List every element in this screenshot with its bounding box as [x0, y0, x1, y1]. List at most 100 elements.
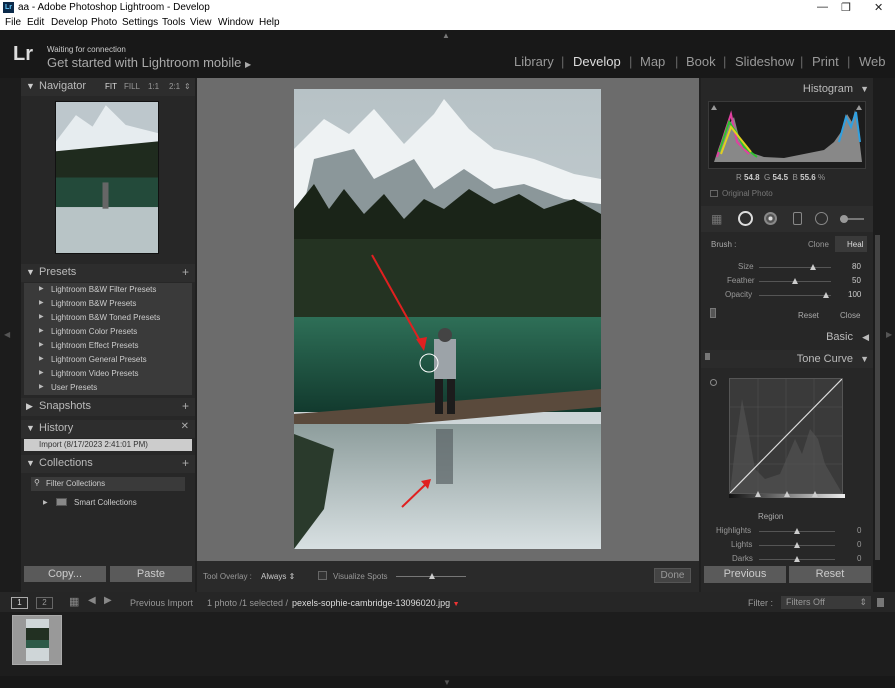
- collapse-top-panel-icon[interactable]: ▲: [442, 31, 450, 40]
- menu-help[interactable]: Help: [259, 17, 280, 28]
- split-point-midtones[interactable]: [784, 491, 790, 497]
- presets-header[interactable]: ▼ Presets +: [21, 264, 195, 282]
- zoom-fill[interactable]: FILL: [124, 82, 140, 91]
- menu-photo[interactable]: Photo: [91, 17, 117, 28]
- close-window-button[interactable]: ✕: [874, 1, 883, 14]
- original-photo-checkbox[interactable]: [710, 190, 718, 197]
- preset-folder[interactable]: ▶ User Presets: [24, 381, 192, 395]
- spot-reset-button[interactable]: Reset: [798, 311, 819, 320]
- main-window-button[interactable]: 1: [11, 597, 28, 609]
- previous-button[interactable]: Previous: [704, 566, 786, 583]
- zoom-1-1[interactable]: 1:1: [148, 82, 159, 91]
- menu-file[interactable]: File: [5, 17, 21, 28]
- size-value[interactable]: 80: [852, 262, 861, 271]
- add-collection-icon[interactable]: +: [182, 456, 189, 470]
- collapse-filmstrip-icon[interactable]: ▼: [443, 678, 451, 687]
- slider-knob[interactable]: [429, 573, 435, 579]
- paste-settings-button[interactable]: Paste: [110, 566, 192, 582]
- red-eye-icon[interactable]: [764, 212, 777, 225]
- previous-import-label[interactable]: Previous Import: [130, 598, 193, 608]
- module-slideshow[interactable]: Slideshow: [735, 54, 794, 69]
- module-web[interactable]: Web: [859, 54, 886, 69]
- panel-switch-icon[interactable]: [710, 308, 716, 318]
- module-library[interactable]: Library: [514, 54, 554, 69]
- preset-folder[interactable]: ▶ Lightroom B&W Presets: [24, 297, 192, 311]
- panel-switch-icon[interactable]: [705, 353, 710, 360]
- preset-folder[interactable]: ▶ Lightroom Effect Presets: [24, 339, 192, 353]
- spot-close-button[interactable]: Close: [840, 311, 860, 320]
- preset-folder[interactable]: ▶ Lightroom General Presets: [24, 353, 192, 367]
- expand-triangle-icon[interactable]: ▶: [43, 499, 48, 506]
- history-header[interactable]: ▼ History ✕: [21, 420, 195, 438]
- minimize-button[interactable]: —: [817, 1, 828, 13]
- module-print[interactable]: Print: [812, 54, 839, 69]
- forward-arrow-icon[interactable]: ▶: [104, 595, 112, 606]
- tone-curve-graph[interactable]: [729, 378, 843, 494]
- zoom-arrows-icon[interactable]: ⇕: [184, 82, 191, 91]
- shadow-clipping-icon[interactable]: [711, 105, 717, 110]
- highlight-clipping-icon[interactable]: [856, 105, 862, 110]
- zoom-fit[interactable]: FIT: [105, 82, 117, 91]
- menu-window[interactable]: Window: [218, 17, 254, 28]
- clear-history-icon[interactable]: ✕: [181, 421, 189, 432]
- reset-button[interactable]: Reset: [789, 566, 871, 583]
- navigator-header[interactable]: ▼ Navigator FIT FILL 1:1 2:1 ⇕: [21, 78, 195, 96]
- feather-slider-knob[interactable]: [792, 278, 798, 284]
- tool-overlay-select[interactable]: Always ⇕: [261, 572, 295, 581]
- visualize-spots-checkbox[interactable]: [318, 571, 327, 580]
- split-point-shadows[interactable]: [755, 491, 761, 497]
- opacity-value[interactable]: 100: [848, 290, 861, 299]
- highlights-value[interactable]: 0: [857, 526, 861, 535]
- module-map[interactable]: Map: [640, 54, 665, 69]
- highlights-knob[interactable]: [794, 528, 800, 534]
- filename-dropdown[interactable]: pexels-sophie-cambridge-13096020.jpg ▼: [292, 598, 460, 608]
- collections-header[interactable]: ▼ Collections +: [21, 455, 195, 473]
- crop-grid-icon[interactable]: ▦: [711, 212, 722, 226]
- size-slider-knob[interactable]: [810, 264, 816, 270]
- menu-view[interactable]: View: [190, 17, 212, 28]
- module-book[interactable]: Book: [686, 54, 716, 69]
- add-preset-icon[interactable]: +: [182, 265, 189, 279]
- darks-knob[interactable]: [794, 556, 800, 562]
- back-arrow-icon[interactable]: ◀: [88, 595, 96, 606]
- collapse-right-panel-icon[interactable]: ▶: [886, 330, 892, 339]
- filter-lock-icon[interactable]: [877, 598, 884, 607]
- spot-removal-icon[interactable]: [738, 211, 753, 226]
- menu-tools[interactable]: Tools: [162, 17, 185, 28]
- targeted-adjustment-icon[interactable]: [710, 379, 717, 386]
- brush-heal-option[interactable]: Heal: [835, 236, 867, 252]
- zoom-2-1[interactable]: 2:1: [169, 82, 180, 91]
- split-point-highlights[interactable]: [812, 491, 818, 497]
- menu-edit[interactable]: Edit: [27, 17, 44, 28]
- filter-collections-input[interactable]: ⚲ Filter Collections: [31, 477, 185, 491]
- histogram-chart[interactable]: [708, 101, 866, 169]
- radial-filter-icon[interactable]: [815, 212, 828, 225]
- tone-curve-header[interactable]: Tone Curve ▼: [701, 350, 873, 368]
- right-panel-scrollbar[interactable]: [875, 235, 880, 560]
- grid-view-icon[interactable]: ▦: [69, 595, 79, 608]
- mobile-promo-link[interactable]: Get started with Lightroom mobile ▶: [47, 55, 251, 70]
- menu-settings[interactable]: Settings: [122, 17, 158, 28]
- preset-folder[interactable]: ▶ Lightroom B&W Filter Presets: [24, 283, 192, 297]
- secondary-window-button[interactable]: 2: [36, 597, 53, 609]
- image-canvas[interactable]: [197, 78, 699, 561]
- smart-collections-item[interactable]: Smart Collections: [74, 498, 137, 507]
- filmstrip-thumbnail[interactable]: [12, 615, 62, 665]
- opacity-slider-knob[interactable]: [823, 292, 829, 298]
- snapshots-header[interactable]: ▶ Snapshots +: [21, 398, 195, 416]
- restore-button[interactable]: ❐: [841, 1, 851, 14]
- opacity-slider[interactable]: [759, 295, 831, 296]
- history-item[interactable]: Import (8/17/2023 2:41:01 PM): [24, 439, 192, 451]
- copy-settings-button[interactable]: Copy...: [24, 566, 106, 582]
- darks-value[interactable]: 0: [857, 554, 861, 562]
- lights-knob[interactable]: [794, 542, 800, 548]
- filter-select[interactable]: Filters Off ⇕: [781, 596, 871, 609]
- basic-header[interactable]: Basic ◀: [701, 328, 873, 346]
- brush-clone-option[interactable]: Clone: [808, 240, 829, 249]
- main-photo[interactable]: [294, 89, 601, 549]
- preset-folder[interactable]: ▶ Lightroom Color Presets: [24, 325, 192, 339]
- preset-folder[interactable]: ▶ Lightroom B&W Toned Presets: [24, 311, 192, 325]
- lights-value[interactable]: 0: [857, 540, 861, 549]
- histogram-header[interactable]: Histogram ▼: [701, 80, 873, 98]
- module-develop[interactable]: Develop: [573, 54, 621, 69]
